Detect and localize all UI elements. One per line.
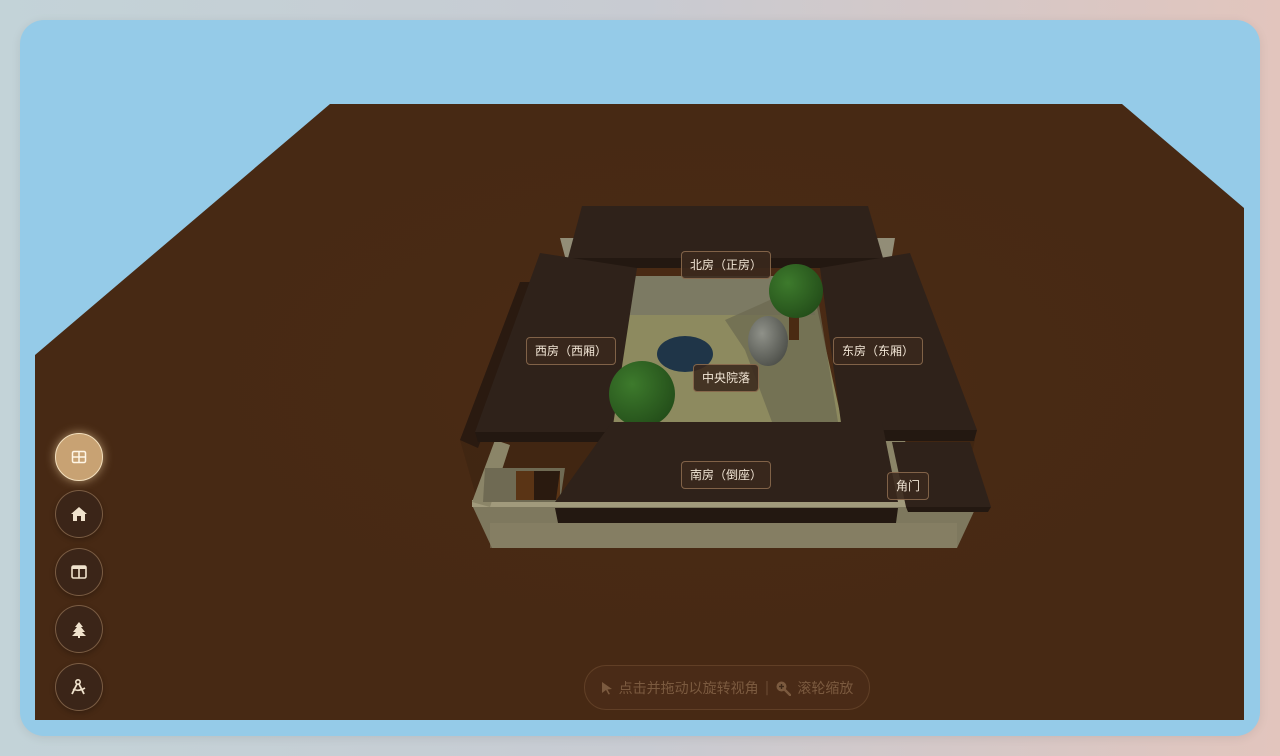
home-icon bbox=[71, 507, 87, 521]
label-south-house[interactable]: 南房（倒座） bbox=[680, 461, 772, 489]
3d-viewport[interactable]: 北房（正房） 西房（西厢） 东房（东厢） 中央院落 南房（倒座） 角门 bbox=[20, 20, 1260, 736]
tree-canopy-south bbox=[609, 361, 675, 427]
pointer-icon bbox=[601, 681, 612, 694]
zoom-icon bbox=[776, 681, 792, 696]
interaction-hint: 点击并拖动以旋转视角 | 滚轮缩放 bbox=[584, 665, 870, 710]
label-west-house[interactable]: 西房（西厢） bbox=[525, 337, 617, 365]
hint-separator: | bbox=[764, 679, 770, 696]
tree-canopy-north bbox=[769, 264, 823, 318]
house-view-button[interactable] bbox=[55, 490, 103, 538]
south-wall-front bbox=[490, 523, 957, 548]
label-north-house[interactable]: 北房（正房） bbox=[680, 251, 772, 279]
west-doorway-shadow bbox=[534, 471, 560, 500]
label-east-house[interactable]: 东房（东厢） bbox=[832, 337, 924, 365]
label-courtyard[interactable]: 中央院落 bbox=[692, 364, 760, 392]
layout-view-button[interactable] bbox=[55, 548, 103, 596]
rotate-hint-text: 点击并拖动以旋转视角 bbox=[618, 680, 759, 697]
zoom-hint-text: 滚轮缩放 bbox=[797, 680, 854, 697]
app-window: 北房（正房） 西房（西厢） 东房（东厢） 中央院落 南房（倒座） 角门 点击并拖… bbox=[20, 20, 1260, 736]
label-corner-gate[interactable]: 角门 bbox=[886, 472, 930, 500]
overview-view-button[interactable] bbox=[55, 433, 103, 481]
siheyuan-scene[interactable] bbox=[20, 20, 1260, 736]
tree-view-button[interactable] bbox=[55, 605, 103, 653]
west-house-roof-edge bbox=[475, 432, 612, 442]
corner-gate-roof-edge bbox=[906, 507, 991, 512]
tree-icon bbox=[72, 621, 86, 638]
grid-icon bbox=[71, 450, 87, 464]
south-house-eave bbox=[555, 508, 898, 523]
layout-panel-icon bbox=[71, 565, 87, 579]
rock bbox=[748, 316, 788, 366]
compass-icon bbox=[71, 678, 86, 695]
compass-view-button[interactable] bbox=[55, 663, 103, 711]
